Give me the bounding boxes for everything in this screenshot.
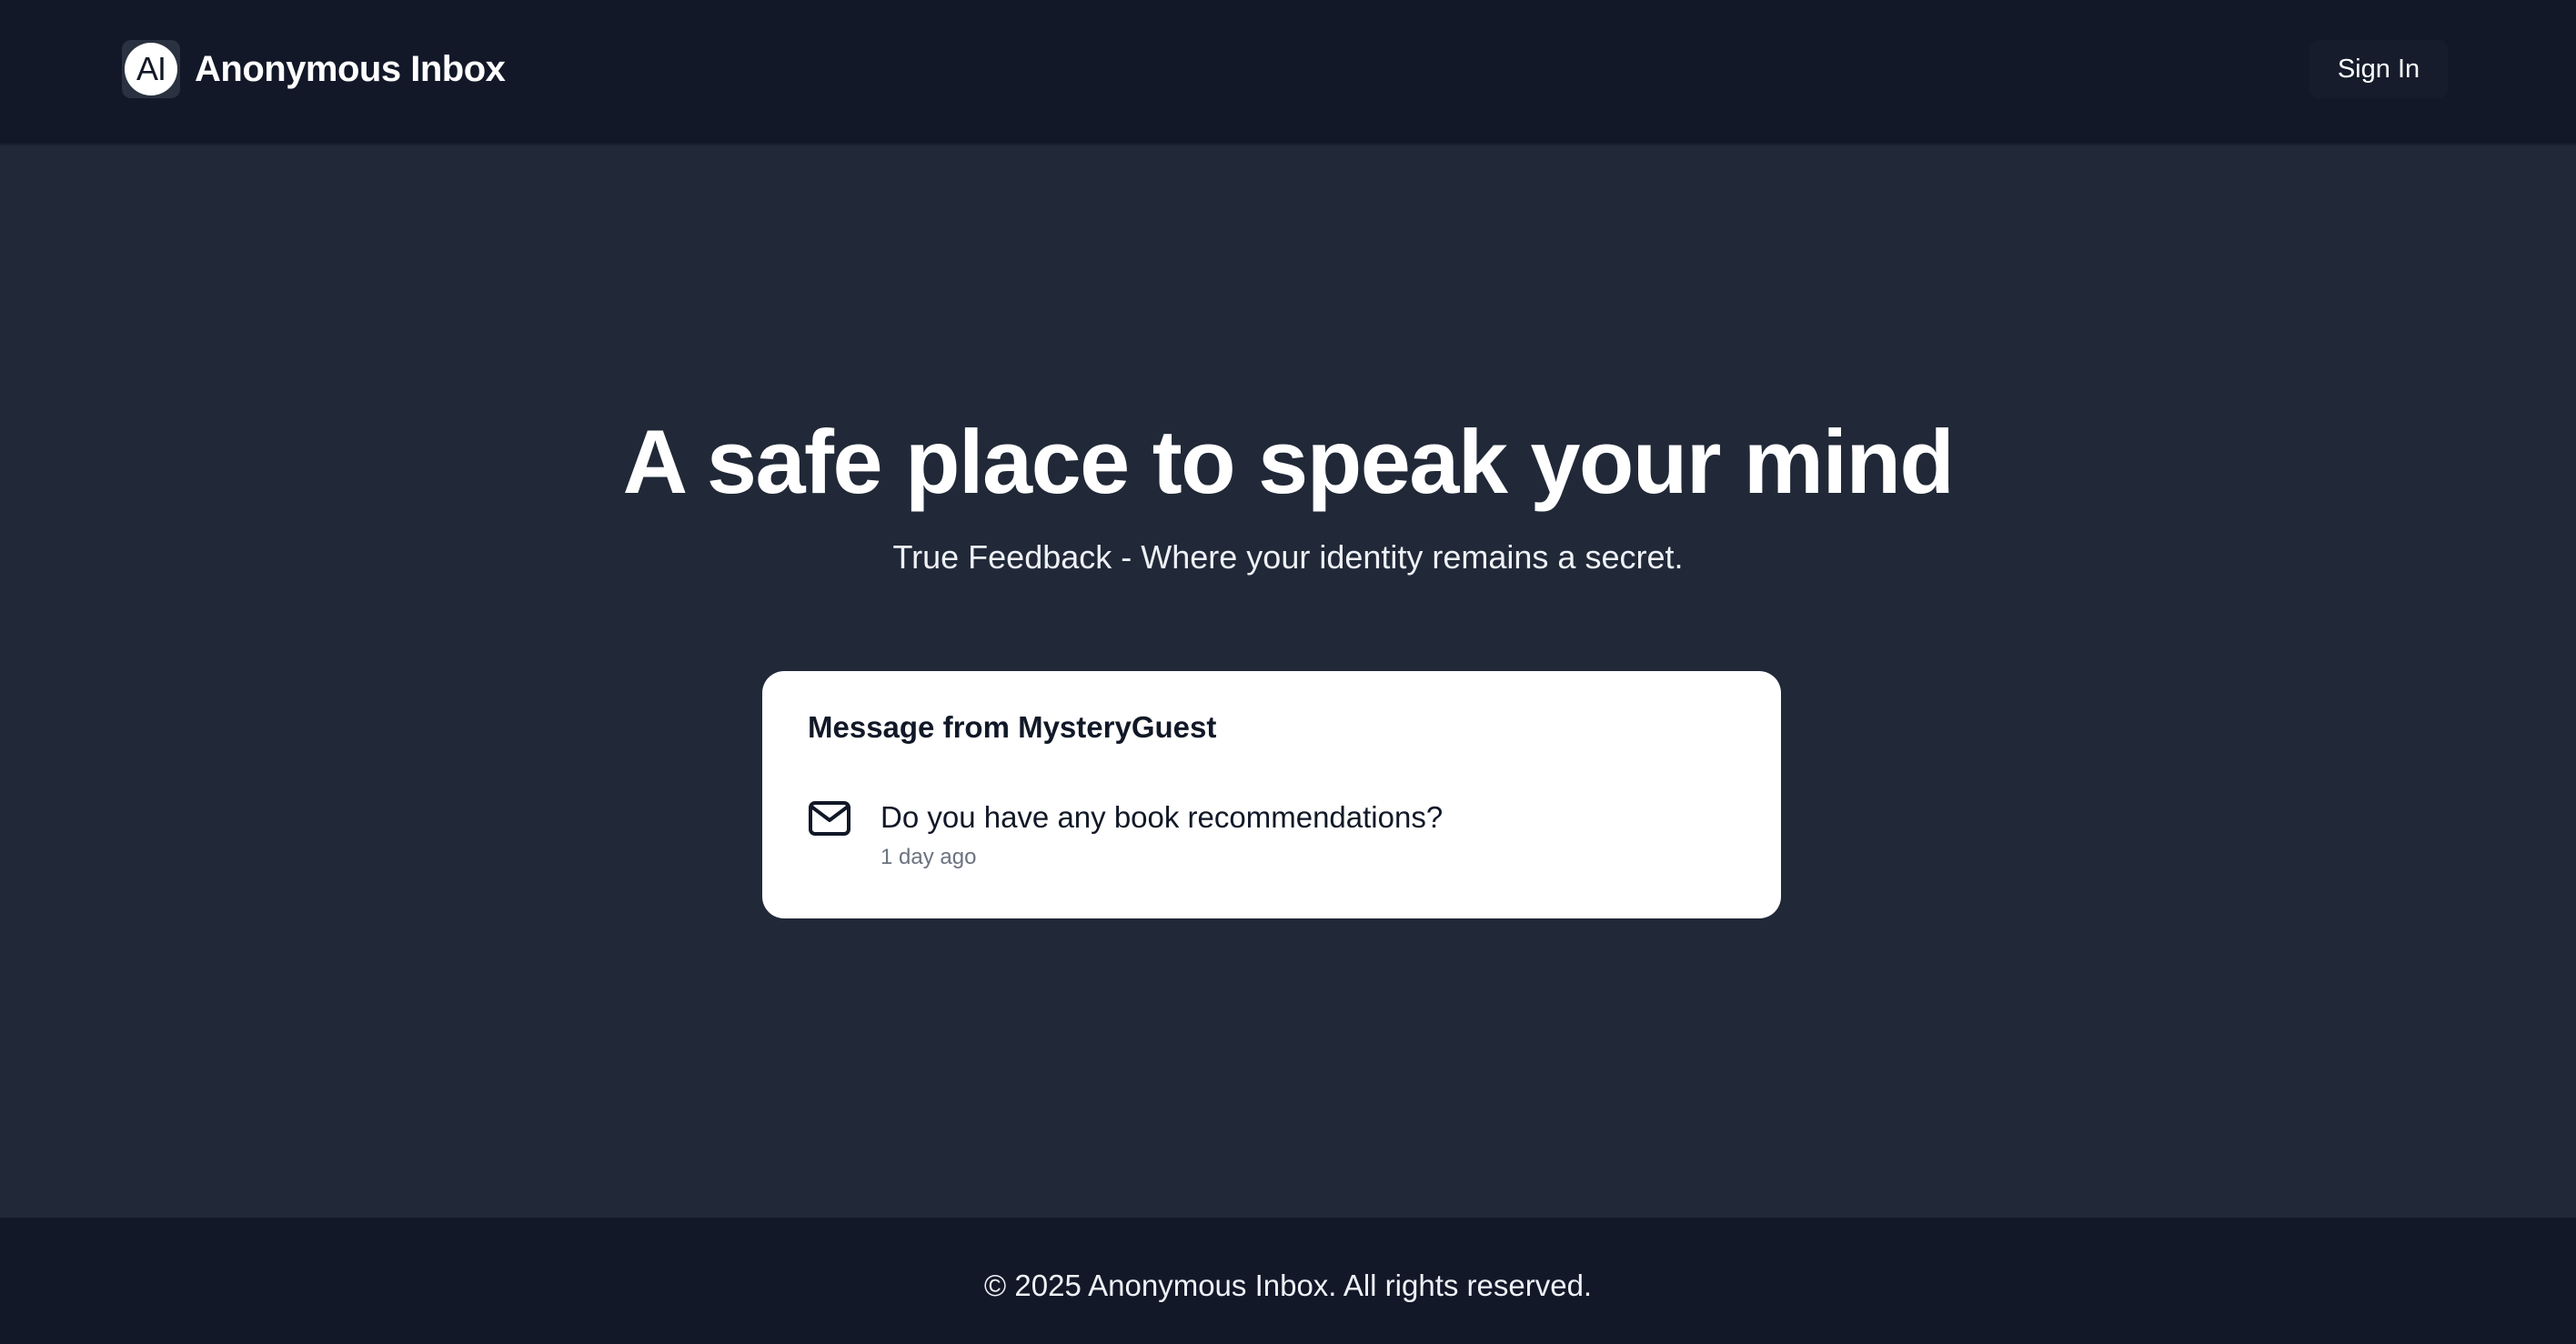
hero-subtitle: True Feedback - Where your identity rema… bbox=[892, 538, 1684, 576]
message-timestamp: 1 day ago bbox=[880, 845, 977, 869]
mail-icon bbox=[809, 801, 850, 836]
logo-container: AI bbox=[122, 40, 180, 98]
logo-icon: AI bbox=[125, 43, 177, 95]
site-footer: © 2025 Anonymous Inbox. All rights reser… bbox=[0, 1218, 2576, 1344]
brand-link[interactable]: AI Anonymous Inbox bbox=[122, 40, 506, 98]
message-card-title: Message from MysteryGuest bbox=[808, 710, 1217, 744]
message-card[interactable]: Message from MysteryGuest Do you have an… bbox=[762, 671, 1781, 918]
footer-copyright: © 2025 Anonymous Inbox. All rights reser… bbox=[983, 1268, 1593, 1302]
brand-name: Anonymous Inbox bbox=[195, 48, 506, 89]
site-header: AI Anonymous Inbox Sign In bbox=[0, 0, 2576, 145]
hero-title: A safe place to speak your mind bbox=[622, 411, 1955, 512]
message-content: Do you have any book recommendations? bbox=[880, 800, 1444, 834]
sign-in-button[interactable]: Sign In bbox=[2309, 40, 2448, 98]
